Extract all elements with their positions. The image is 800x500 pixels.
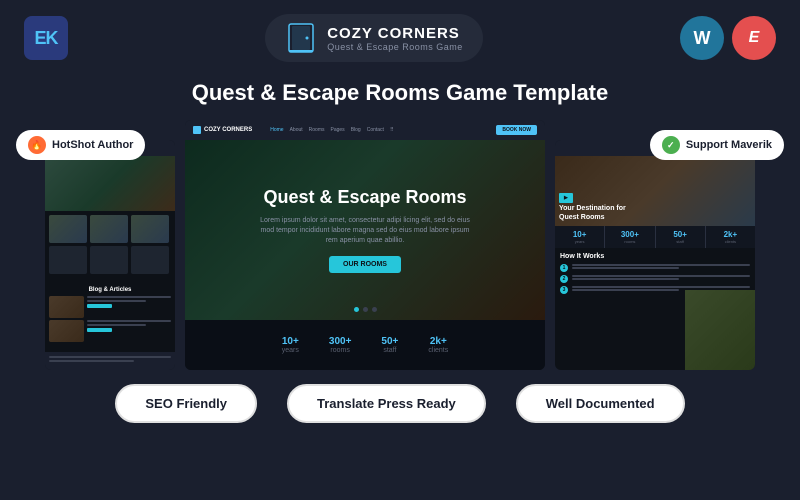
right-hero-image: ▶ Your Destination forQuest Rooms <box>555 156 755 226</box>
mobile-preview: ■ COZY CORNERS Blog & Articles <box>45 140 175 370</box>
support-maverik-badge: ✓ Support Maverik <box>650 130 784 160</box>
stats-bar: 10+ years 300+ rooms 50+ staff 2k+ clien… <box>555 226 755 248</box>
page-title: Quest & Escape Rooms Game Template <box>0 80 800 106</box>
stat-years: 10+ years <box>555 226 605 248</box>
mobile-card-3 <box>131 215 169 243</box>
right-teal-btn: ▶ <box>559 193 573 203</box>
door-icon <box>285 22 317 54</box>
mobile-card-6 <box>131 246 169 274</box>
right-preview: ▶ Your Destination forQuest Rooms 10+ ye… <box>555 140 755 370</box>
blog-img-2 <box>49 320 84 342</box>
stat-rooms: 300+ rooms <box>605 226 655 248</box>
hero-title: Quest & Escape Rooms <box>263 187 466 208</box>
stat-clients: 2k+ clients <box>706 226 755 248</box>
hotshot-icon: 🔥 <box>28 136 46 154</box>
nav-links: Home About Rooms Pages Blog Contact ⠿ <box>270 127 393 133</box>
mobile-card-4 <box>49 246 87 274</box>
dot-1 <box>354 307 359 312</box>
hotshot-author-badge: 🔥 HotShot Author <box>16 130 145 160</box>
dot-2 <box>363 307 368 312</box>
blog-text-2 <box>87 320 171 342</box>
ek-logo: EK <box>24 16 68 60</box>
stat-staff: 50+ staff <box>656 226 706 248</box>
nav-brand: COZY CORNERS <box>193 126 252 134</box>
platform-icons: W E <box>680 16 776 60</box>
desktop-navbar: COZY CORNERS Home About Rooms Pages Blog… <box>185 120 545 140</box>
mobile-footer <box>45 352 175 370</box>
step-1: 1 <box>560 264 750 272</box>
well-documented-badge: Well Documented <box>516 384 685 423</box>
top-bar: EK COZY CORNERS Quest & Escape Rooms Gam… <box>0 0 800 76</box>
translate-press-badge: Translate Press Ready <box>287 384 486 423</box>
mobile-card-1 <box>49 215 87 243</box>
hero-section: Quest & Escape Rooms Lorem ipsum dolor s… <box>185 140 545 320</box>
hero-body-text: Lorem ipsum dolor sit amet, consectetur … <box>255 216 475 245</box>
dot-3 <box>372 307 377 312</box>
mobile-content <box>45 211 175 281</box>
carousel-dots <box>354 307 377 312</box>
nav-book-now[interactable]: BOOK NOW <box>496 125 537 135</box>
step-2: 2 <box>560 275 750 283</box>
blog-img-1 <box>49 296 84 318</box>
brand-logo: COZY CORNERS Quest & Escape Rooms Game <box>265 14 483 62</box>
brand-text: COZY CORNERS Quest & Escape Rooms Game <box>327 25 463 52</box>
mobile-card-5 <box>90 246 128 274</box>
elementor-icon: E <box>732 16 776 60</box>
right-corner-image <box>685 290 755 370</box>
mobile-card-2 <box>90 215 128 243</box>
mobile-hero-image <box>45 156 175 211</box>
desktop-preview: COZY CORNERS Home About Rooms Pages Blog… <box>185 120 545 370</box>
mobile-blog: Blog & Articles <box>45 283 175 348</box>
hero-cta-button[interactable]: OUR ROOMS <box>329 256 401 273</box>
main-content: 🔥 HotShot Author ✓ Support Maverik ■ COZ… <box>0 120 800 370</box>
right-hero-text: Your Destination forQuest Rooms <box>559 204 626 222</box>
seo-friendly-badge: SEO Friendly <box>115 384 257 423</box>
wordpress-icon: W <box>680 16 724 60</box>
bottom-badges: SEO Friendly Translate Press Ready Well … <box>0 384 800 423</box>
support-icon: ✓ <box>662 136 680 154</box>
desktop-footer: 10+years 300+rooms 50+staff 2k+clients <box>185 320 545 370</box>
blog-text-1 <box>87 296 171 318</box>
